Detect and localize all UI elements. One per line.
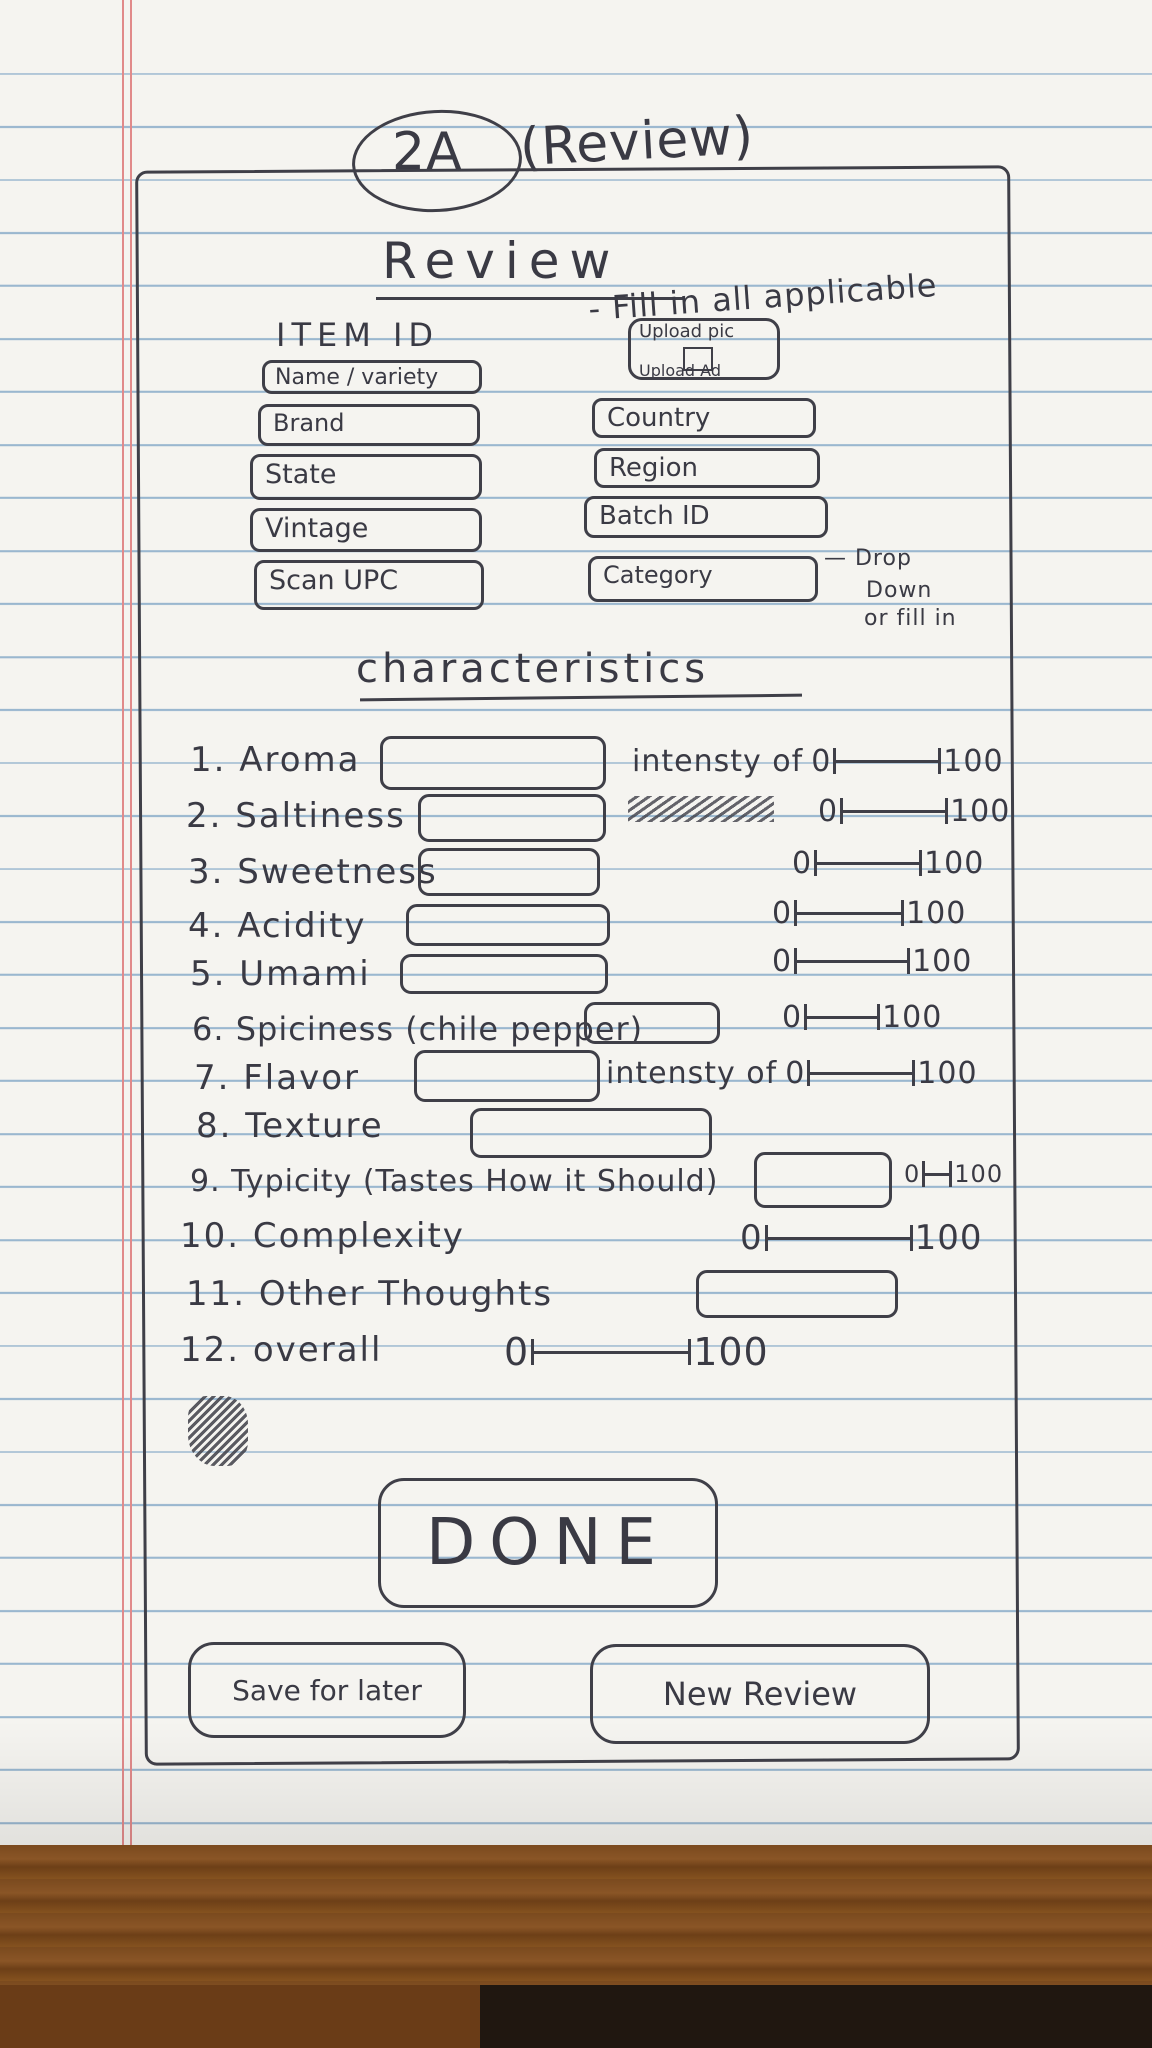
scale-slider[interactable] (794, 900, 905, 926)
batch-id-field[interactable]: Batch ID (584, 496, 828, 538)
texture-input[interactable] (470, 1108, 712, 1158)
overall-scale[interactable]: 0 100 (504, 1330, 769, 1374)
upload-pic-label: Upload pic (639, 321, 735, 342)
scale-min: 0 (792, 846, 813, 881)
scale-prefix: intensty of (606, 1056, 778, 1091)
margin-line (130, 0, 132, 1845)
scale-slider[interactable] (804, 1004, 881, 1030)
scale-min: 0 (811, 744, 832, 779)
country-field[interactable]: Country (592, 398, 816, 438)
scale-min: 0 (772, 896, 793, 931)
umami-input[interactable] (400, 954, 608, 994)
desk-edge (0, 1985, 1152, 2048)
upload-ad-label: Upload Ad (639, 361, 721, 380)
characteristic-label: 2. Saltiness (186, 796, 406, 836)
scale-max: 100 (693, 1330, 769, 1374)
state-field[interactable]: State (250, 454, 482, 500)
spiciness-input[interactable] (584, 1002, 720, 1044)
scale-max: 100 (954, 1160, 1004, 1188)
other-thoughts-input[interactable] (696, 1270, 898, 1318)
scale-slider[interactable] (764, 1224, 913, 1251)
characteristic-label: 1. Aroma (190, 740, 361, 780)
scan-upc-button[interactable]: Scan UPC (254, 560, 484, 610)
scribble-mark (188, 1396, 248, 1466)
flavor-scale[interactable]: intensty of 0 100 (606, 1056, 978, 1091)
scale-prefix: intensty of (632, 744, 804, 779)
saltiness-input[interactable] (418, 794, 606, 842)
sweetness-scale[interactable]: 0 100 (792, 846, 984, 881)
scale-max: 100 (950, 794, 1011, 829)
done-button[interactable]: DONE (378, 1478, 718, 1608)
category-note-line1: — Drop (824, 546, 912, 571)
characteristic-label: 6. Spiciness (chile pepper) (192, 1010, 644, 1048)
scale-min: 0 (504, 1330, 530, 1374)
acidity-input[interactable] (406, 904, 610, 946)
characteristic-label: 12. overall (180, 1330, 383, 1370)
typicity-input[interactable] (754, 1152, 892, 1208)
saltiness-scale[interactable]: 0 100 (818, 794, 1010, 829)
scale-min: 0 (772, 944, 793, 979)
vintage-field[interactable]: Vintage (250, 508, 482, 552)
upload-pic-button[interactable]: Upload pic Upload Ad (628, 318, 780, 380)
scale-min: 0 (785, 1056, 806, 1091)
scale-slider[interactable] (833, 748, 942, 774)
scale-min: 0 (818, 794, 839, 829)
scale-max: 100 (917, 1056, 978, 1091)
notebook-sketch: 2A (Review) Review ITEM ID - Fill in all… (0, 0, 1152, 2048)
aroma-input[interactable] (380, 736, 606, 790)
scale-max: 100 (924, 846, 985, 881)
complexity-scale[interactable]: 0 100 (740, 1218, 983, 1258)
scale-slider[interactable] (531, 1338, 692, 1365)
scale-min: 0 (904, 1160, 921, 1188)
scale-slider[interactable] (840, 798, 949, 824)
category-note-line3: or fill in (864, 606, 957, 631)
umami-scale[interactable]: 0 100 (772, 944, 972, 979)
scale-min: 0 (740, 1218, 763, 1258)
sweetness-input[interactable] (418, 848, 600, 896)
scale-slider[interactable] (814, 850, 923, 876)
save-for-later-button[interactable]: Save for later (188, 1642, 466, 1738)
scale-max: 100 (882, 1000, 943, 1035)
scale-max: 100 (943, 744, 1004, 779)
characteristic-label: 11. Other Thoughts (186, 1274, 554, 1314)
flavor-input[interactable] (414, 1050, 600, 1102)
aroma-scale[interactable]: intensty of 0 100 (632, 744, 1004, 779)
region-field[interactable]: Region (594, 448, 820, 488)
characteristic-label: 5. Umami (190, 954, 371, 994)
scale-max: 100 (914, 1218, 983, 1258)
characteristic-label: 4. Acidity (188, 906, 367, 946)
category-note-line2: Down (866, 578, 933, 603)
scale-min: 0 (782, 1000, 803, 1035)
name-variety-field[interactable]: Name / variety (262, 360, 482, 394)
characteristic-label: 7. Flavor (194, 1058, 360, 1098)
scale-slider[interactable] (922, 1160, 953, 1187)
new-review-button[interactable]: New Review (590, 1644, 930, 1744)
scale-max: 100 (906, 896, 967, 931)
characteristic-label: 8. Texture (196, 1106, 384, 1146)
section-title: characteristics (356, 646, 710, 692)
page-title: Review (382, 232, 621, 290)
item-id-label: ITEM ID (276, 316, 440, 354)
spiciness-scale[interactable]: 0 100 (782, 1000, 942, 1035)
characteristic-label: 3. Sweetness (188, 852, 438, 892)
scale-max: 100 (912, 944, 973, 979)
scale-slider[interactable] (807, 1060, 916, 1086)
category-dropdown[interactable]: Category (588, 556, 818, 602)
characteristic-label: 9. Typicity (Tastes How it Should) (190, 1164, 719, 1199)
typicity-scale[interactable]: 0 100 (904, 1160, 1003, 1188)
scale-slider[interactable] (794, 948, 911, 974)
scratched-out-text (628, 796, 774, 822)
margin-line (122, 0, 124, 1845)
acidity-scale[interactable]: 0 100 (772, 896, 966, 931)
characteristic-label: 10. Complexity (180, 1216, 465, 1256)
brand-field[interactable]: Brand (258, 404, 480, 446)
